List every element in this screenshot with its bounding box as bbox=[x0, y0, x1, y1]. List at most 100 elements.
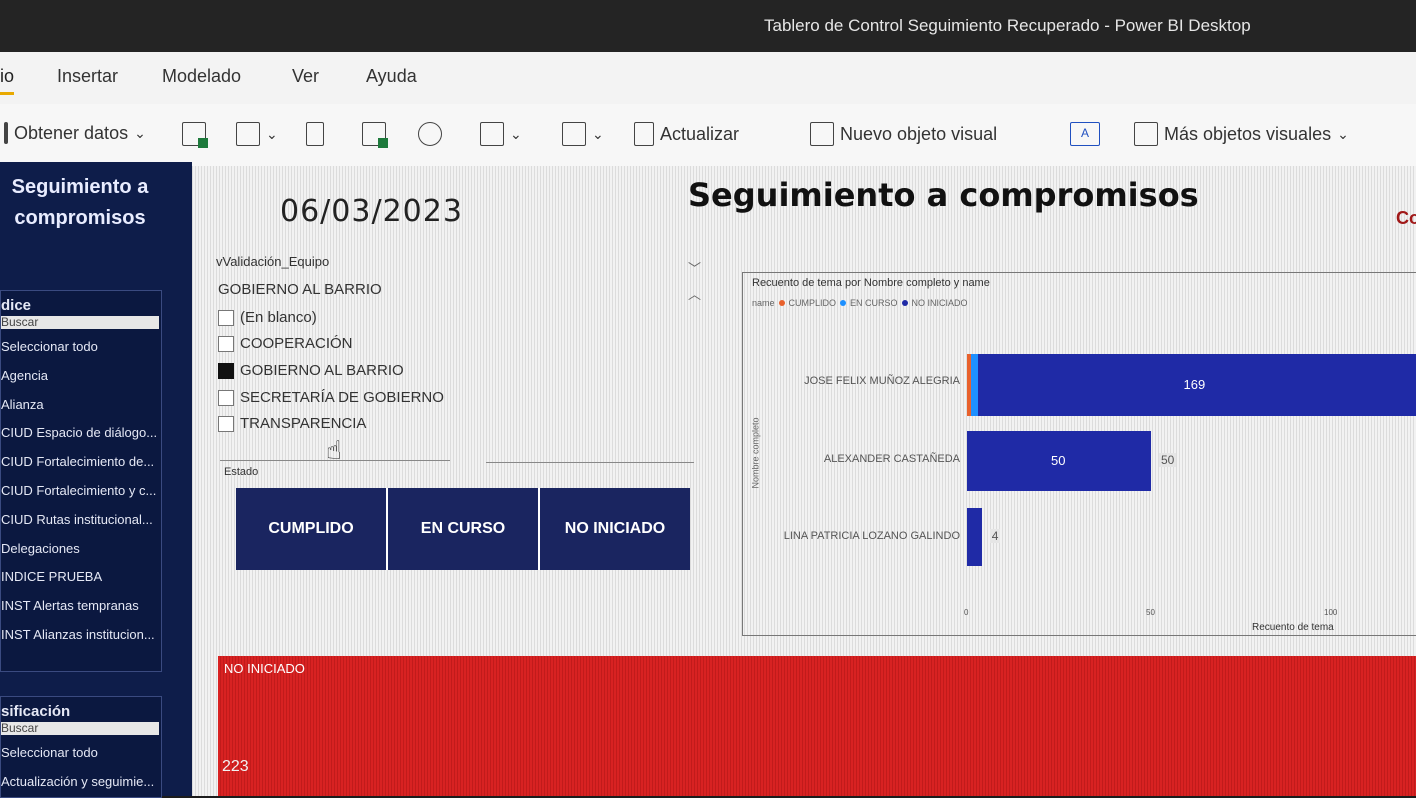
estado-slicer: CUMPLIDO EN CURSO NO INICIADO bbox=[236, 488, 690, 570]
team-option-label: COOPERACIÓN bbox=[240, 335, 353, 352]
dataverse-button[interactable] bbox=[418, 122, 442, 146]
list-item[interactable]: CIUD Fortalecimiento de... bbox=[1, 448, 161, 477]
list-item[interactable]: Seleccionar todo bbox=[1, 333, 161, 362]
legend-item[interactable]: EN CURSO bbox=[850, 298, 898, 308]
search-input[interactable]: Buscar bbox=[1, 722, 159, 735]
text-box-icon: A bbox=[1070, 122, 1100, 146]
excel-button[interactable] bbox=[182, 122, 208, 148]
chevron-down-icon: ⌄ bbox=[1337, 125, 1349, 142]
list-item[interactable]: INST Alianzas institucion... bbox=[1, 621, 161, 650]
tab-inicio[interactable]: io bbox=[0, 66, 15, 95]
bar-data-label: 169 bbox=[1183, 377, 1206, 392]
divider bbox=[220, 460, 450, 461]
indice-slicer-header: dice bbox=[1, 297, 32, 314]
list-item[interactable]: INST Alertas tempranas bbox=[1, 592, 161, 621]
bar-segment[interactable] bbox=[970, 354, 979, 416]
ribbon-toolbar: Obtener datos ⌄ ⌄ ⌄ ⌄ Actualizar Nuevo o… bbox=[0, 104, 1416, 167]
recent-sources-button[interactable]: ⌄ bbox=[480, 122, 522, 146]
chevron-down-icon: ⌄ bbox=[592, 125, 604, 142]
legend-item[interactable]: CUMPLIDO bbox=[789, 298, 837, 308]
transform-icon bbox=[562, 122, 586, 146]
chevron-down-icon[interactable]: ﹀ bbox=[688, 258, 701, 277]
clasificacion-slicer-header: sificación bbox=[1, 703, 71, 720]
category-label: ALEXANDER CASTAÑEDA bbox=[823, 453, 960, 465]
enter-data-button[interactable] bbox=[362, 122, 388, 148]
x-tick-label: 100 bbox=[1324, 608, 1338, 617]
bar-data-label: 50 bbox=[1051, 453, 1066, 468]
more-visuals-label: Más objetos visuales bbox=[1164, 123, 1332, 144]
card-value: 223 bbox=[222, 758, 249, 775]
y-axis-label: Nombre completo bbox=[750, 417, 761, 489]
refresh-button[interactable]: Actualizar bbox=[634, 122, 739, 146]
tab-insertar[interactable]: Insertar bbox=[57, 66, 118, 87]
list-item[interactable]: CIUD Espacio de diálogo... bbox=[1, 419, 161, 448]
more-visuals-button[interactable]: Más objetos visuales ⌄ bbox=[1134, 122, 1349, 146]
list-item[interactable]: Seleccionar todo bbox=[1, 739, 161, 768]
team-option[interactable]: COOPERACIÓN bbox=[218, 335, 353, 352]
legend-item[interactable]: NO INICIADO bbox=[912, 298, 968, 308]
legend-title: name bbox=[752, 298, 775, 308]
chevron-up-icon[interactable]: ︿ bbox=[688, 284, 701, 303]
x-tick-label: 50 bbox=[1146, 608, 1155, 617]
card-title: NO INICIADO bbox=[224, 661, 305, 676]
team-filter-selected[interactable]: GOBIERNO AL BARRIO bbox=[218, 281, 382, 298]
checkbox[interactable] bbox=[218, 415, 234, 432]
list-item[interactable]: Delegaciones bbox=[1, 535, 161, 564]
list-item[interactable]: Actualización y seguimie... bbox=[1, 768, 161, 797]
list-item[interactable]: CIUD Fortalecimiento y c... bbox=[1, 477, 161, 506]
legend-dot bbox=[901, 300, 908, 306]
report-nav-panel: Seguimiento a compromisos dice Buscar Se… bbox=[0, 162, 192, 798]
data-hub-button[interactable]: ⌄ bbox=[236, 122, 278, 146]
estado-cumplido-button[interactable]: CUMPLIDO bbox=[236, 488, 388, 570]
get-data-button[interactable]: Obtener datos ⌄ bbox=[4, 122, 146, 144]
x-tick-label: 0 bbox=[964, 608, 969, 617]
team-option[interactable]: SECRETARÍA DE GOBIERNO bbox=[218, 389, 444, 406]
new-visual-label: Nuevo objeto visual bbox=[840, 123, 998, 144]
team-option-label: TRANSPARENCIA bbox=[240, 415, 367, 432]
estado-en-curso-button[interactable]: EN CURSO bbox=[388, 488, 540, 570]
team-option-label: SECRETARÍA DE GOBIERNO bbox=[240, 389, 444, 406]
team-option[interactable]: GOBIERNO AL BARRIO bbox=[218, 362, 404, 379]
sql-server-button[interactable] bbox=[306, 122, 324, 146]
new-visual-icon bbox=[810, 122, 834, 146]
team-option[interactable]: (En blanco) bbox=[218, 309, 317, 326]
report-date: 06/03/2023 bbox=[280, 194, 463, 229]
x-axis-label: Recuento de tema bbox=[1252, 622, 1334, 633]
checkbox[interactable] bbox=[218, 335, 234, 352]
ribbon-tabs: io Insertar Modelado Ver Ayuda bbox=[0, 52, 1416, 104]
bar-outside-label: 4 bbox=[989, 529, 1001, 543]
category-label: LINA PATRICIA LOZANO GALINDO bbox=[783, 530, 960, 542]
tab-modelado[interactable]: Modelado bbox=[162, 66, 241, 87]
list-item[interactable]: INDICE PRUEBA bbox=[1, 563, 161, 592]
transform-data-button[interactable]: ⌄ bbox=[562, 122, 604, 146]
tab-ver[interactable]: Ver bbox=[292, 66, 319, 87]
list-item[interactable]: CIUD Rutas institucional... bbox=[1, 506, 161, 535]
new-visual-button[interactable]: Nuevo objeto visual bbox=[810, 122, 997, 146]
search-input[interactable]: Buscar bbox=[1, 316, 159, 329]
team-option[interactable]: TRANSPARENCIA bbox=[218, 415, 366, 432]
list-item[interactable]: Alianza bbox=[1, 391, 161, 420]
clasificacion-slicer: sificación Buscar Seleccionar todo Actua… bbox=[0, 696, 162, 798]
refresh-icon bbox=[634, 122, 654, 146]
bar-outside-label: 50 bbox=[1159, 453, 1177, 467]
sql-server-icon bbox=[306, 122, 324, 146]
bar-segment[interactable] bbox=[967, 508, 982, 566]
team-option-label: GOBIERNO AL BARRIO bbox=[240, 362, 404, 379]
refresh-label: Actualizar bbox=[660, 123, 740, 144]
chart-legend: name CUMPLIDO EN CURSO NO INICIADO bbox=[752, 298, 968, 308]
checkbox[interactable] bbox=[218, 389, 234, 406]
tab-ayuda[interactable]: Ayuda bbox=[366, 66, 417, 87]
text-box-button[interactable]: A bbox=[1070, 122, 1100, 146]
chevron-down-icon: ⌄ bbox=[134, 124, 146, 141]
checkbox-checked[interactable] bbox=[218, 362, 234, 379]
window-title: Tablero de Control Seguimiento Recuperad… bbox=[764, 16, 1251, 35]
divider bbox=[486, 462, 694, 463]
checkbox[interactable] bbox=[218, 309, 234, 326]
list-item[interactable]: Agencia bbox=[1, 362, 161, 391]
no-iniciado-card[interactable] bbox=[218, 656, 1416, 796]
estado-no-iniciado-button[interactable]: NO INICIADO bbox=[540, 488, 690, 570]
team-option-label: (En blanco) bbox=[240, 309, 317, 326]
page-title: Seguimiento a compromisos bbox=[688, 176, 1199, 214]
nav-title: Seguimiento a compromisos bbox=[11, 176, 149, 229]
category-label: JOSE FELIX MUÑOZ ALEGRIA bbox=[804, 375, 960, 387]
